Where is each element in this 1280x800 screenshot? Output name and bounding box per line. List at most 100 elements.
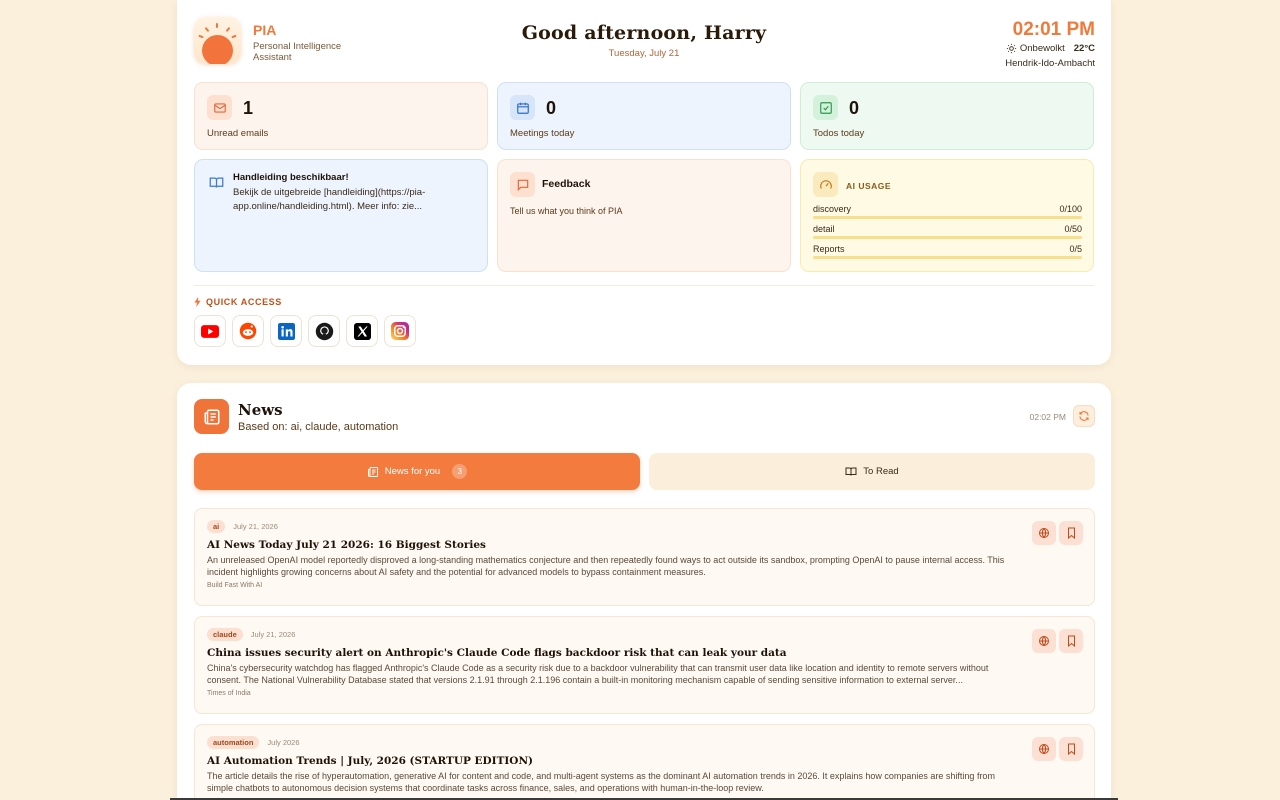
article-description: China's cybersecurity watchdog has flagg… <box>207 663 989 685</box>
open-link-button[interactable] <box>1032 521 1056 545</box>
usage-name: detail <box>813 224 835 234</box>
article-title[interactable]: AI Automation Trends | July, 2026 (START… <box>207 755 1082 767</box>
bookmark-icon <box>1067 635 1075 647</box>
article-tag[interactable]: automation <box>207 736 260 749</box>
stat-count: 1 <box>243 98 254 118</box>
bookmark-button[interactable] <box>1059 629 1083 653</box>
news-subtitle: Based on: ai, claude, automation <box>238 421 399 433</box>
divider <box>194 285 1094 286</box>
stat-count: 0 <box>849 98 860 118</box>
usage-bar <box>813 256 1082 259</box>
checkbox-icon <box>813 95 838 120</box>
ai-usage-title: AI USAGE <box>846 181 892 191</box>
weather-location: Hendrik-Ido-Ambacht <box>1005 58 1095 69</box>
bookmark-icon <box>1067 527 1075 539</box>
open-link-button[interactable] <box>1032 737 1056 761</box>
globe-icon <box>1039 636 1049 646</box>
weather-temperature: 22°C <box>1073 43 1095 54</box>
manual-panel[interactable]: Handleiding beschikbaar! Bekijk de uitge… <box>194 159 488 272</box>
dashboard-card: PIA Personal Intelligence Assistant Good… <box>177 0 1111 365</box>
article-meta: ai July 21, 2026 <box>207 520 1082 533</box>
tab-label: News for you <box>384 466 441 477</box>
article-tag[interactable]: ai <box>207 520 226 533</box>
stat-label: Meetings today <box>510 128 575 139</box>
news-card: News Based on: ai, claude, automation 02… <box>177 383 1111 800</box>
bolt-icon <box>194 297 201 307</box>
quick-access-row <box>194 315 416 347</box>
article-source: Build Fast With AI <box>207 582 263 589</box>
gauge-icon <box>813 172 838 197</box>
tab-to-read[interactable]: To Read <box>649 453 1095 490</box>
newspaper-icon <box>367 466 378 477</box>
article-description: An unreleased OpenAI model reportedly di… <box>207 555 1005 577</box>
instagram-icon[interactable] <box>384 315 416 347</box>
article-actions <box>1032 737 1083 761</box>
stat-meetings-today[interactable]: 0 Meetings today <box>497 82 791 150</box>
chat-icon <box>510 172 535 197</box>
usage-name: discovery <box>813 204 852 214</box>
quick-access-label: QUICK ACCESS <box>206 297 282 307</box>
feedback-body: Tell us what you think of PIA <box>510 206 623 216</box>
article-source: Times of India <box>207 690 251 697</box>
news-title: News <box>238 401 283 419</box>
mail-icon <box>207 95 232 120</box>
bookmark-button[interactable] <box>1059 737 1083 761</box>
usage-value: 0/100 <box>1059 204 1082 214</box>
tab-label: To Read <box>863 466 899 477</box>
stat-unread-emails[interactable]: 1 Unread emails <box>194 82 488 150</box>
linkedin-icon[interactable] <box>270 315 302 347</box>
greeting: Good afternoon, Harry Tuesday, July 21 <box>177 22 1111 59</box>
newspaper-icon <box>194 399 229 434</box>
article-title[interactable]: China issues security alert on Anthropic… <box>207 647 1082 659</box>
manual-body: Bekijk de uitgebreide [handleiding](http… <box>233 187 426 212</box>
article-actions <box>1032 521 1083 545</box>
tab-news-for-you[interactable]: News for you 3 <box>194 453 640 490</box>
x-icon[interactable] <box>346 315 378 347</box>
article-title[interactable]: AI News Today July 21 2026: 16 Biggest S… <box>207 539 1082 551</box>
github-icon[interactable] <box>308 315 340 347</box>
youtube-icon[interactable] <box>194 315 226 347</box>
usage-name: Reports <box>813 244 845 254</box>
open-link-button[interactable] <box>1032 629 1056 653</box>
usage-bar <box>813 236 1082 239</box>
article-meta: automation July 2026 <box>207 736 1082 749</box>
article-tag[interactable]: claude <box>207 628 243 641</box>
refresh-button[interactable] <box>1073 405 1095 427</box>
article-description: The article details the rise of hyperaut… <box>207 771 995 793</box>
news-article[interactable]: automation July 2026 AI Automation Trends … <box>194 724 1095 800</box>
ai-usage-row: detail 0/50 <box>813 224 1082 240</box>
reddit-icon[interactable] <box>232 315 264 347</box>
usage-bar <box>813 216 1082 219</box>
greeting-date: Tuesday, July 21 <box>608 48 680 59</box>
weather-condition: Onbewolkt <box>1019 43 1065 54</box>
bookmark-icon <box>1067 743 1075 755</box>
feedback-panel[interactable]: Feedback Tell us what you think of PIA <box>497 159 791 272</box>
article-date: July 21, 2026 <box>250 630 296 639</box>
greeting-title: Good afternoon, Harry <box>521 22 767 44</box>
calendar-icon <box>510 95 535 120</box>
news-article[interactable]: claude July 21, 2026 China issues security… <box>194 616 1095 714</box>
usage-value: 0/50 <box>1064 224 1082 234</box>
clock-time: 02:01 PM <box>1012 19 1095 40</box>
news-article[interactable]: ai July 21, 2026 AI News Today July 21 202… <box>194 508 1095 606</box>
quick-access-title: QUICK ACCESS <box>194 297 282 307</box>
weather: Onbewolkt 22°C <box>1005 43 1095 54</box>
ai-usage-row: Reports 0/5 <box>813 244 1082 260</box>
ai-usage-row: discovery 0/100 <box>813 204 1082 220</box>
article-date: July 2026 <box>267 738 300 747</box>
stat-label: Unread emails <box>207 128 269 139</box>
open-book-icon <box>845 467 857 476</box>
feedback-title: Feedback <box>542 178 591 190</box>
article-meta: claude July 21, 2026 <box>207 628 1082 641</box>
stat-todos-today[interactable]: 0 Todos today <box>800 82 1094 150</box>
usage-value: 0/5 <box>1069 244 1082 254</box>
book-icon <box>209 176 224 194</box>
globe-icon <box>1039 528 1049 538</box>
refresh-icon <box>1079 411 1089 421</box>
article-actions <box>1032 629 1083 653</box>
news-updated-time: 02:02 PM <box>1029 412 1066 422</box>
bookmark-button[interactable] <box>1059 521 1083 545</box>
tab-count-badge: 3 <box>452 464 468 479</box>
ai-usage-panel: AI USAGE discovery 0/100 detail 0/50 Reports… <box>800 159 1094 272</box>
clock-widget: 02:01 PM Onbewolkt 22°C Hendrik-Ido-Amba… <box>1005 19 1095 69</box>
